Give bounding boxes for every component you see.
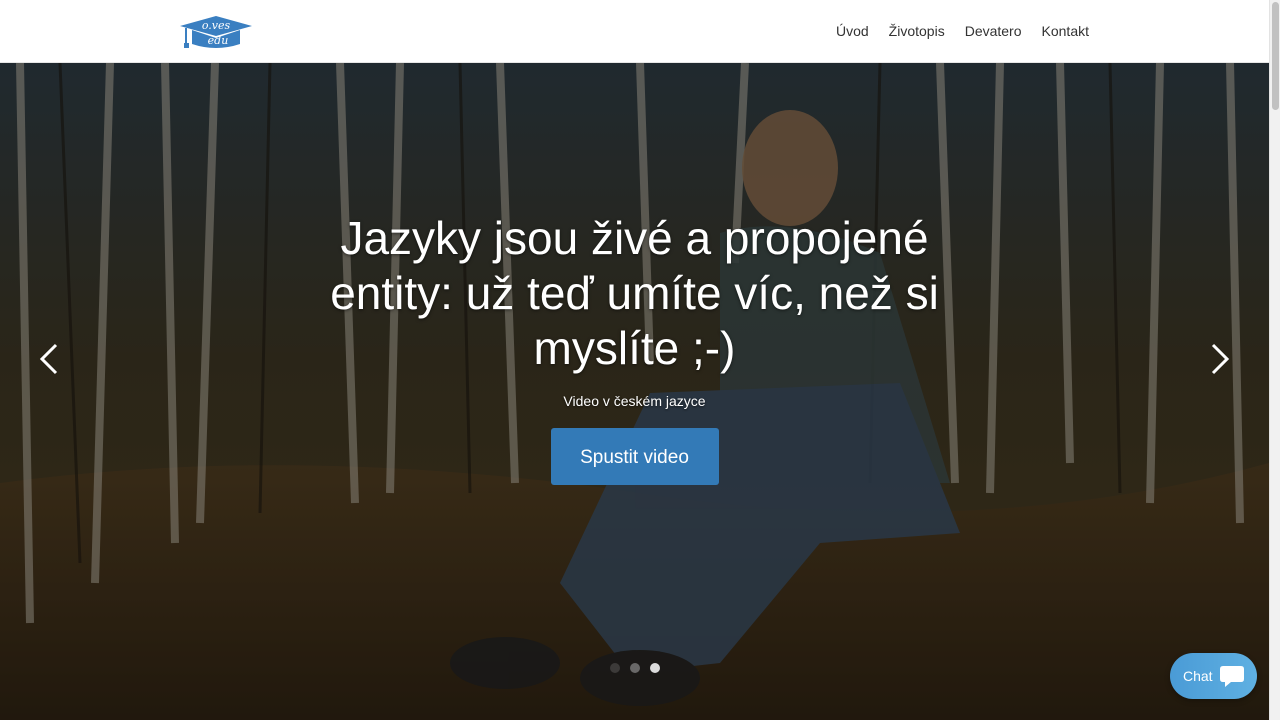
hero-subtitle: Video v českém jazyce	[563, 393, 706, 409]
logo-text-bottom: edu	[208, 34, 229, 47]
nav-link-kontakt[interactable]: Kontakt	[1042, 23, 1089, 39]
chevron-left-icon	[39, 343, 58, 375]
carousel-next-button[interactable]	[1199, 339, 1239, 379]
hero-caption: Jazyky jsou živé a propojené entity: už …	[0, 211, 1269, 485]
carousel-indicator-2[interactable]	[629, 663, 640, 673]
hero-carousel: Jazyky jsou živé a propojené entity: už …	[0, 63, 1269, 720]
nav-link-devatero[interactable]: Devatero	[965, 23, 1022, 39]
carousel-indicator-3[interactable]	[649, 663, 660, 673]
logo-graduation-cap-icon[interactable]: o.ves edu	[178, 14, 254, 50]
nav-link-zivotopis[interactable]: Životopis	[889, 23, 945, 39]
top-navbar: o.ves edu Úvod Životopis Devatero Kontak…	[0, 0, 1269, 63]
chevron-right-icon	[1211, 343, 1230, 375]
scrollbar-thumb[interactable]	[1272, 2, 1279, 110]
carousel-indicators	[0, 663, 1269, 673]
page-scrollbar[interactable]	[1269, 0, 1280, 720]
carousel-prev-button[interactable]	[30, 339, 70, 379]
hero-title: Jazyky jsou živé a propojené entity: už …	[330, 212, 939, 374]
main-nav: Úvod Životopis Devatero Kontakt	[836, 0, 1089, 62]
chat-label: Chat	[1183, 668, 1213, 684]
nav-link-uvod[interactable]: Úvod	[836, 23, 869, 39]
logo-text-top: o.ves	[202, 19, 231, 32]
chat-widget-button[interactable]: Chat	[1170, 653, 1257, 699]
play-video-button[interactable]: Spustit video	[550, 428, 719, 485]
speech-bubble-icon	[1220, 666, 1244, 687]
carousel-indicator-1[interactable]	[609, 663, 620, 673]
